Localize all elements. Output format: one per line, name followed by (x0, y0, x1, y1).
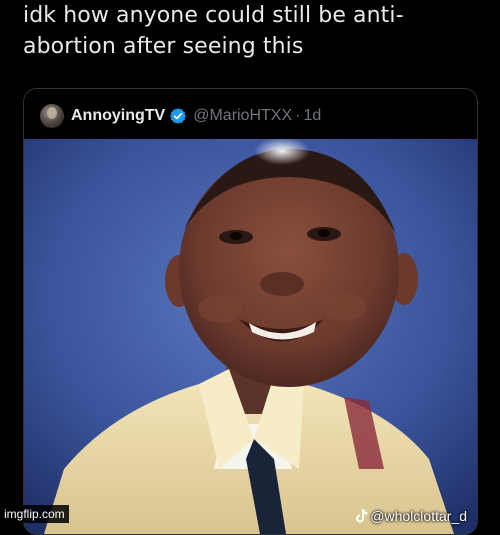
separator-dot: · (295, 107, 301, 124)
tweet-photo[interactable] (24, 139, 477, 534)
tiktok-handle: @wholclottar_d (370, 508, 467, 524)
school-portrait-image (24, 139, 477, 534)
user-handle[interactable]: @MarioHTXX (193, 107, 292, 125)
imgflip-watermark: imgflip.com (0, 505, 69, 523)
avatar[interactable] (40, 104, 64, 128)
post-caption: idk how anyone could still be anti-abort… (23, 3, 404, 59)
tiktok-watermark: @wholclottar_d (355, 508, 467, 524)
display-name[interactable]: AnnoyingTV (71, 107, 165, 125)
tweet-header: AnnoyingTV @MarioHTXX · 1d (40, 103, 321, 129)
tiktok-icon (356, 509, 368, 523)
tweet-timestamp[interactable]: 1d (303, 107, 321, 125)
verified-badge-icon (170, 108, 187, 124)
quoted-tweet-card[interactable]: AnnoyingTV @MarioHTXX · 1d @wholclottar_… (23, 88, 478, 535)
